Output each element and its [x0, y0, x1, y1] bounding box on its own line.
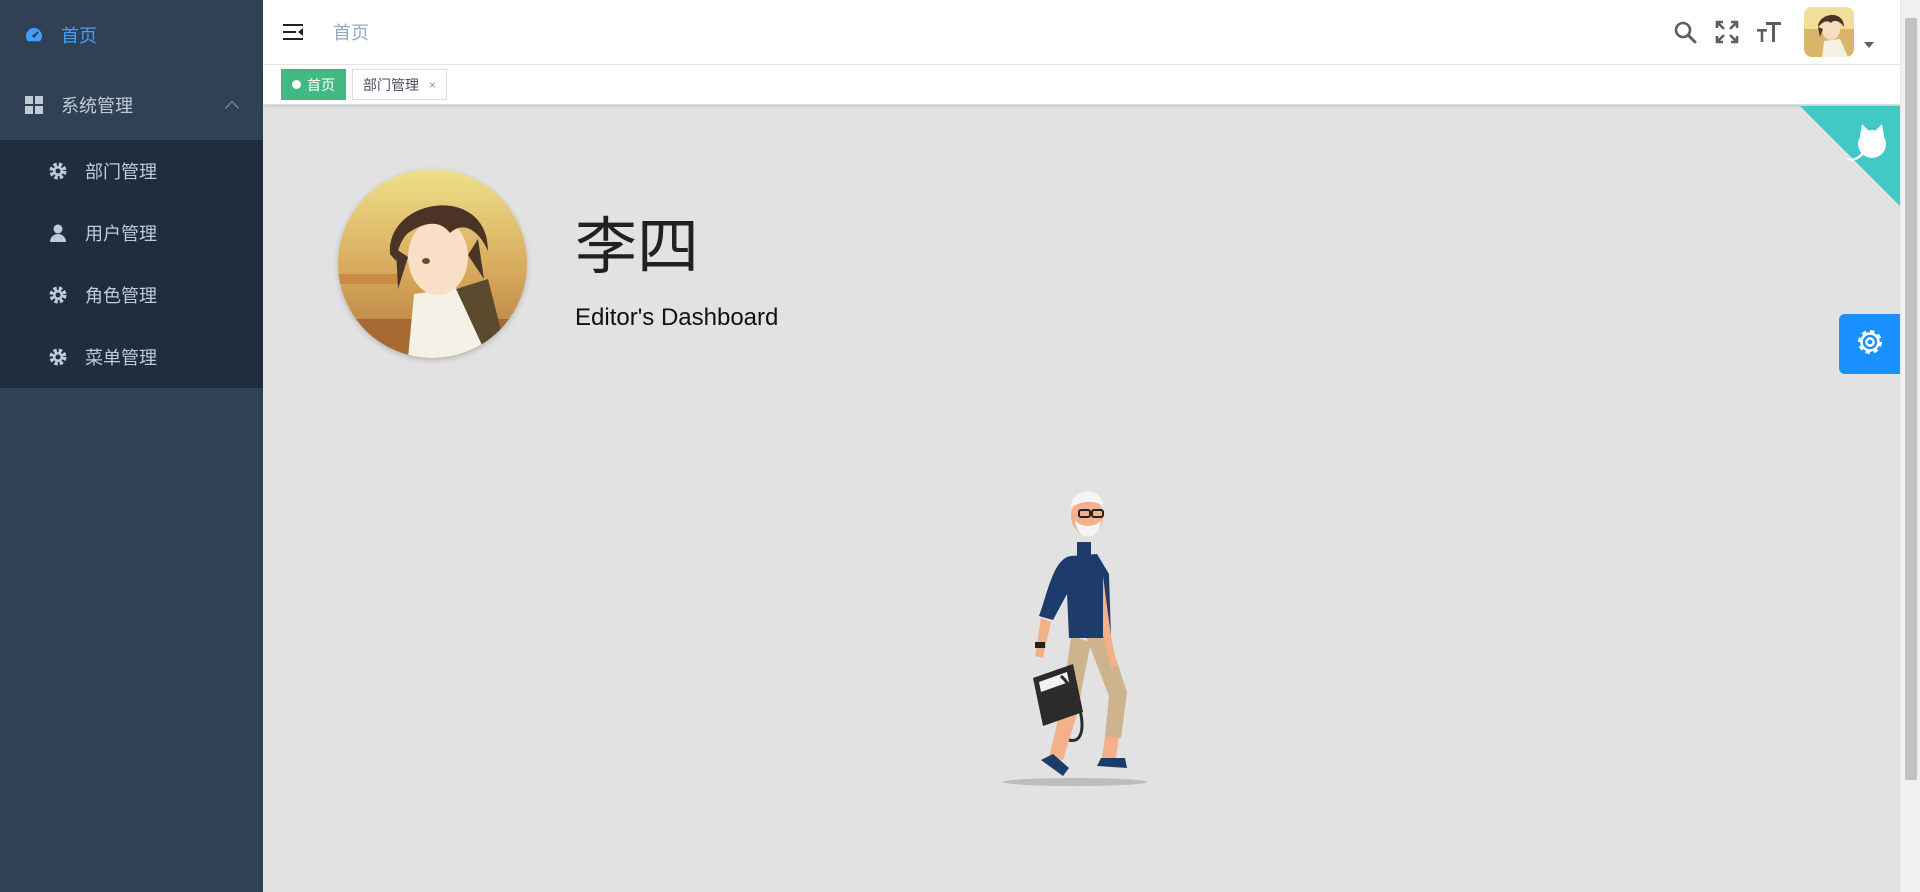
settings-button[interactable]: [1839, 314, 1900, 374]
close-icon[interactable]: ×: [429, 78, 436, 92]
active-dot-icon: [292, 80, 301, 89]
sidebar-item-menu[interactable]: 菜单管理: [0, 326, 263, 388]
user-icon: [48, 223, 68, 243]
chevron-up-icon: [224, 100, 240, 116]
chevron-down-icon[interactable]: [1864, 42, 1874, 48]
gear-icon: [48, 347, 68, 367]
font-size-icon[interactable]: [1756, 19, 1782, 45]
sidebar-item-user[interactable]: 用户管理: [0, 202, 263, 264]
sidebar-item-label: 首页: [61, 26, 97, 46]
tag-label: 部门管理: [363, 76, 419, 93]
search-icon[interactable]: [1672, 19, 1698, 45]
scrollbar-thumb[interactable]: [1905, 18, 1917, 780]
avatar[interactable]: [1804, 7, 1854, 57]
navbar-right: [1672, 0, 1900, 64]
dashboard-main: 李四 Editor's Dashboard: [263, 106, 1900, 892]
profile-avatar: [338, 169, 527, 358]
fullscreen-icon[interactable]: [1714, 19, 1740, 45]
sidebar-item-label: 用户管理: [85, 224, 157, 244]
gear-icon: [1855, 327, 1885, 362]
sidebar: 首页 系统管理 部门管理 用户管理 角色管理 菜单管理: [0, 0, 263, 892]
sidebar-item-department[interactable]: 部门管理: [0, 140, 263, 202]
sidebar-item-system[interactable]: 系统管理: [0, 70, 263, 140]
tag-department[interactable]: 部门管理 ×: [352, 69, 448, 100]
breadcrumb: 首页: [333, 23, 369, 43]
navbar: 首页: [263, 0, 1900, 65]
sidebar-item-label: 部门管理: [85, 162, 157, 182]
sidebar-item-label: 菜单管理: [85, 348, 157, 368]
sidebar-item-role[interactable]: 角色管理: [0, 264, 263, 326]
tag-home[interactable]: 首页: [281, 69, 346, 100]
scrollbar[interactable]: [1900, 0, 1920, 892]
walking-man-illustration: [983, 446, 1163, 801]
grid-icon: [24, 95, 44, 115]
submenu-system: 部门管理 用户管理 角色管理 菜单管理: [0, 140, 263, 388]
hamburger-icon[interactable]: [281, 20, 305, 44]
dashboard-icon: [24, 25, 44, 45]
tag-label: 首页: [307, 76, 335, 93]
profile-name: 李四: [575, 210, 700, 283]
sidebar-item-home[interactable]: 首页: [0, 0, 263, 70]
github-corner[interactable]: [1800, 106, 1900, 206]
sidebar-item-label: 系统管理: [61, 96, 133, 116]
gear-icon: [48, 285, 68, 305]
tags-view: 首页 部门管理 ×: [263, 65, 1900, 105]
sidebar-item-label: 角色管理: [85, 286, 157, 306]
gear-icon: [48, 161, 68, 181]
profile-role: Editor's Dashboard: [575, 304, 779, 331]
